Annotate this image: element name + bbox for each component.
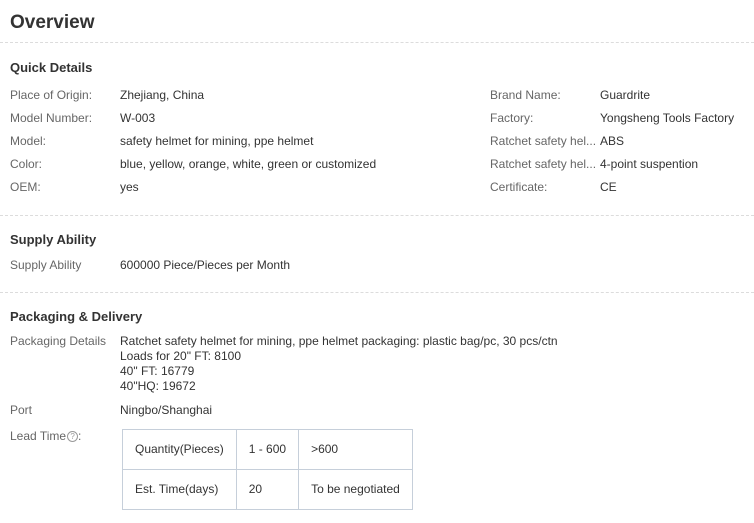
table-cell-time-value-1: 20 bbox=[236, 470, 298, 510]
quick-details-grid: Place of Origin: Zhejiang, China Model N… bbox=[10, 83, 744, 198]
quick-details-heading: Quick Details bbox=[10, 60, 744, 76]
lead-time-label: Lead Time?: bbox=[10, 429, 120, 510]
table-cell-quantity-range-1: 1 - 600 bbox=[236, 430, 298, 470]
detail-row: Factory: Yongsheng Tools Factory bbox=[490, 106, 744, 129]
table-cell-quantity-header: Quantity(Pieces) bbox=[123, 430, 237, 470]
detail-value: Guardrite bbox=[600, 88, 650, 102]
detail-label: Brand Name: bbox=[490, 88, 600, 102]
quick-details-left-column: Place of Origin: Zhejiang, China Model N… bbox=[10, 83, 490, 198]
packaging-line: 40"HQ: 19672 bbox=[120, 379, 558, 394]
detail-label: Ratchet safety hel... bbox=[490, 157, 600, 171]
section-divider bbox=[0, 42, 754, 43]
detail-row: Color: blue, yellow, orange, white, gree… bbox=[10, 152, 490, 175]
table-cell-time-header: Est. Time(days) bbox=[123, 470, 237, 510]
detail-row: Place of Origin: Zhejiang, China bbox=[10, 83, 490, 106]
detail-label: OEM: bbox=[10, 180, 120, 194]
detail-row: Ratchet safety hel... 4-point suspention bbox=[490, 152, 744, 175]
detail-row: OEM: yes bbox=[10, 175, 490, 198]
detail-value: safety helmet for mining, ppe helmet bbox=[120, 134, 313, 148]
detail-value: CE bbox=[600, 180, 617, 194]
lead-time-colon: : bbox=[78, 429, 81, 443]
table-row: Quantity(Pieces) 1 - 600 >600 bbox=[123, 430, 413, 470]
detail-value: ABS bbox=[600, 134, 624, 148]
packaging-line: 40" FT: 16779 bbox=[120, 364, 558, 379]
detail-value: Zhejiang, China bbox=[120, 88, 204, 102]
section-divider bbox=[0, 292, 754, 293]
port-value: Ningbo/Shanghai bbox=[120, 403, 212, 418]
detail-value: Yongsheng Tools Factory bbox=[600, 111, 734, 125]
packaging-details-label: Packaging Details bbox=[10, 334, 120, 394]
detail-value: 4-point suspention bbox=[600, 157, 698, 171]
packaging-line: Ratchet safety helmet for mining, ppe he… bbox=[120, 334, 558, 349]
section-divider bbox=[0, 215, 754, 216]
detail-label: Factory: bbox=[490, 111, 600, 125]
detail-row: Brand Name: Guardrite bbox=[490, 83, 744, 106]
supply-ability-heading: Supply Ability bbox=[10, 232, 744, 248]
packaging-details-value: Ratchet safety helmet for mining, ppe he… bbox=[120, 334, 558, 394]
detail-label: Color: bbox=[10, 157, 120, 171]
detail-label: Certificate: bbox=[490, 180, 600, 194]
lead-time-row: Lead Time?: Quantity(Pieces) 1 - 600 >60… bbox=[10, 429, 744, 510]
lead-time-label-text: Lead Time bbox=[10, 429, 66, 443]
detail-label: Ratchet safety hel... bbox=[490, 134, 600, 148]
packaging-details-row: Packaging Details Ratchet safety helmet … bbox=[10, 334, 744, 394]
detail-value: 600000 Piece/Pieces per Month bbox=[120, 258, 290, 273]
quick-details-section: Quick Details Place of Origin: Zhejiang,… bbox=[0, 60, 754, 198]
detail-label: Supply Ability bbox=[10, 258, 120, 273]
lead-time-table: Quantity(Pieces) 1 - 600 >600 Est. Time(… bbox=[122, 429, 413, 510]
port-label: Port bbox=[10, 403, 120, 418]
detail-row: Certificate: CE bbox=[490, 175, 744, 198]
detail-label: Model Number: bbox=[10, 111, 120, 125]
detail-value: blue, yellow, orange, white, green or cu… bbox=[120, 157, 376, 171]
detail-row: Model: safety helmet for mining, ppe hel… bbox=[10, 129, 490, 152]
detail-row: Supply Ability 600000 Piece/Pieces per M… bbox=[10, 258, 744, 273]
detail-label: Place of Origin: bbox=[10, 88, 120, 102]
table-cell-quantity-range-2: >600 bbox=[299, 430, 413, 470]
overview-page: Overview Quick Details Place of Origin: … bbox=[0, 0, 754, 523]
help-icon[interactable]: ? bbox=[67, 431, 78, 442]
table-cell-time-value-2: To be negotiated bbox=[299, 470, 413, 510]
packaging-line: Loads for 20" FT: 8100 bbox=[120, 349, 558, 364]
detail-row: Model Number: W-003 bbox=[10, 106, 490, 129]
packaging-delivery-section: Packaging & Delivery Packaging Details R… bbox=[0, 309, 754, 510]
detail-value: yes bbox=[120, 180, 139, 194]
detail-label: Model: bbox=[10, 134, 120, 148]
packaging-delivery-heading: Packaging & Delivery bbox=[10, 309, 744, 325]
table-row: Est. Time(days) 20 To be negotiated bbox=[123, 470, 413, 510]
supply-ability-section: Supply Ability Supply Ability 600000 Pie… bbox=[0, 232, 754, 273]
detail-row: Ratchet safety hel... ABS bbox=[490, 129, 744, 152]
page-title: Overview bbox=[10, 0, 754, 34]
port-row: Port Ningbo/Shanghai bbox=[10, 403, 744, 418]
quick-details-right-column: Brand Name: Guardrite Factory: Yongsheng… bbox=[490, 83, 744, 198]
detail-value: W-003 bbox=[120, 111, 155, 125]
